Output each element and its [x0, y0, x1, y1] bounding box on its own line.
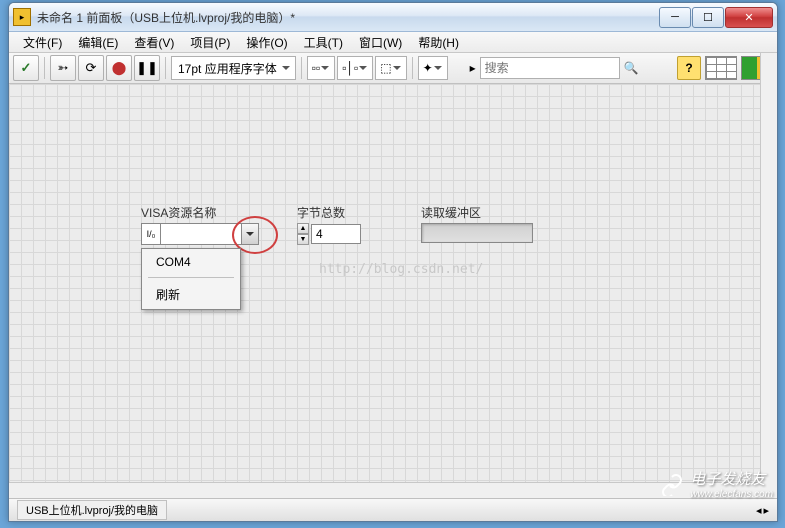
resize-dropdown[interactable]: ⬚ [375, 56, 406, 80]
dropdown-item-com4[interactable]: COM4 [142, 249, 240, 275]
font-selector[interactable]: 17pt 应用程序字体 [171, 56, 296, 80]
search-icon: ▸ [470, 61, 476, 75]
visa-io-icon: I/₀ [141, 223, 161, 245]
statusbar: USB上位机.lvproj/我的电脑 ◂ ▸ [9, 498, 777, 521]
pause-button[interactable]: ❚❚ [134, 55, 160, 81]
dropdown-separator [148, 277, 234, 278]
vertical-scrollbar[interactable] [760, 53, 777, 499]
bytes-field[interactable]: 4 [311, 224, 361, 244]
abort-button[interactable]: ⬤ [106, 55, 132, 81]
status-path: USB上位机.lvproj/我的电脑 [17, 500, 167, 520]
visa-field[interactable] [161, 223, 242, 245]
buffer-label: 读取缓冲区 [421, 204, 533, 221]
minimize-button[interactable]: ─ [659, 7, 691, 28]
labview-icon: ▸ [13, 8, 31, 26]
distribute-dropdown[interactable]: ▫│▫ [337, 56, 373, 80]
read-buffer-control: 读取缓冲区 [421, 204, 533, 243]
idle-button[interactable]: ✓ [13, 55, 39, 81]
window-title: 未命名 1 前面板（USB上位机.lvproj/我的电脑）* [37, 9, 659, 26]
align-dropdown[interactable]: ▫▫ [307, 56, 336, 80]
menu-operate[interactable]: 操作(O) [238, 34, 295, 51]
grid-icon[interactable] [705, 56, 737, 80]
left-arrow-icon[interactable]: ◂ [756, 504, 762, 517]
horizontal-scrollbar[interactable] [9, 482, 761, 499]
visa-dropdown-menu: COM4 刷新 [141, 248, 241, 310]
right-arrow-icon[interactable]: ▸ [763, 504, 769, 517]
dropdown-item-refresh[interactable]: 刷新 [142, 280, 240, 309]
visa-resource-control: VISA资源名称 I/₀ [141, 204, 259, 245]
run-continuous-button[interactable]: ⟳ [78, 55, 104, 81]
menu-view[interactable]: 查看(V) [126, 34, 182, 51]
menu-file[interactable]: 文件(F) [15, 34, 70, 51]
help-button[interactable]: ? [677, 56, 701, 80]
bytes-label: 字节总数 [297, 204, 361, 221]
maximize-button[interactable]: ☐ [692, 7, 724, 28]
menu-window[interactable]: 窗口(W) [351, 34, 410, 51]
menu-tools[interactable]: 工具(T) [296, 34, 351, 51]
menu-edit[interactable]: 编辑(E) [70, 34, 126, 51]
menu-project[interactable]: 项目(P) [182, 34, 238, 51]
reorder-dropdown[interactable]: ✦ [418, 56, 448, 80]
decrement-button[interactable]: ▼ [297, 234, 309, 245]
front-panel[interactable]: VISA资源名称 I/₀ COM4 刷新 字节总数 ▲ ▼ 4 [9, 84, 777, 514]
run-button[interactable]: ➳ [50, 55, 76, 81]
app-window: ▸ 未命名 1 前面板（USB上位机.lvproj/我的电脑）* ─ ☐ ✕ 文… [8, 2, 778, 522]
visa-dropdown-button[interactable] [242, 223, 259, 245]
buffer-field [421, 223, 533, 243]
bytes-spinner: ▲ ▼ [297, 223, 309, 245]
watermark-url: http://blog.csdn.net/ [319, 262, 483, 277]
toolbar: ✓ ➳ ⟳ ⬤ ❚❚ 17pt 应用程序字体 ▫▫ ▫│▫ ⬚ ✦ ▸ 🔍 ? [9, 53, 777, 84]
titlebar[interactable]: ▸ 未命名 1 前面板（USB上位机.lvproj/我的电脑）* ─ ☐ ✕ [9, 3, 777, 32]
search-input[interactable] [480, 57, 620, 79]
close-button[interactable]: ✕ [725, 7, 773, 28]
menubar: 文件(F) 编辑(E) 查看(V) 项目(P) 操作(O) 工具(T) 窗口(W… [9, 32, 777, 53]
visa-label: VISA资源名称 [141, 204, 259, 221]
menu-help[interactable]: 帮助(H) [410, 34, 467, 51]
byte-count-control: 字节总数 ▲ ▼ 4 [297, 204, 361, 245]
increment-button[interactable]: ▲ [297, 223, 309, 234]
magnify-icon[interactable]: 🔍 [624, 61, 639, 75]
